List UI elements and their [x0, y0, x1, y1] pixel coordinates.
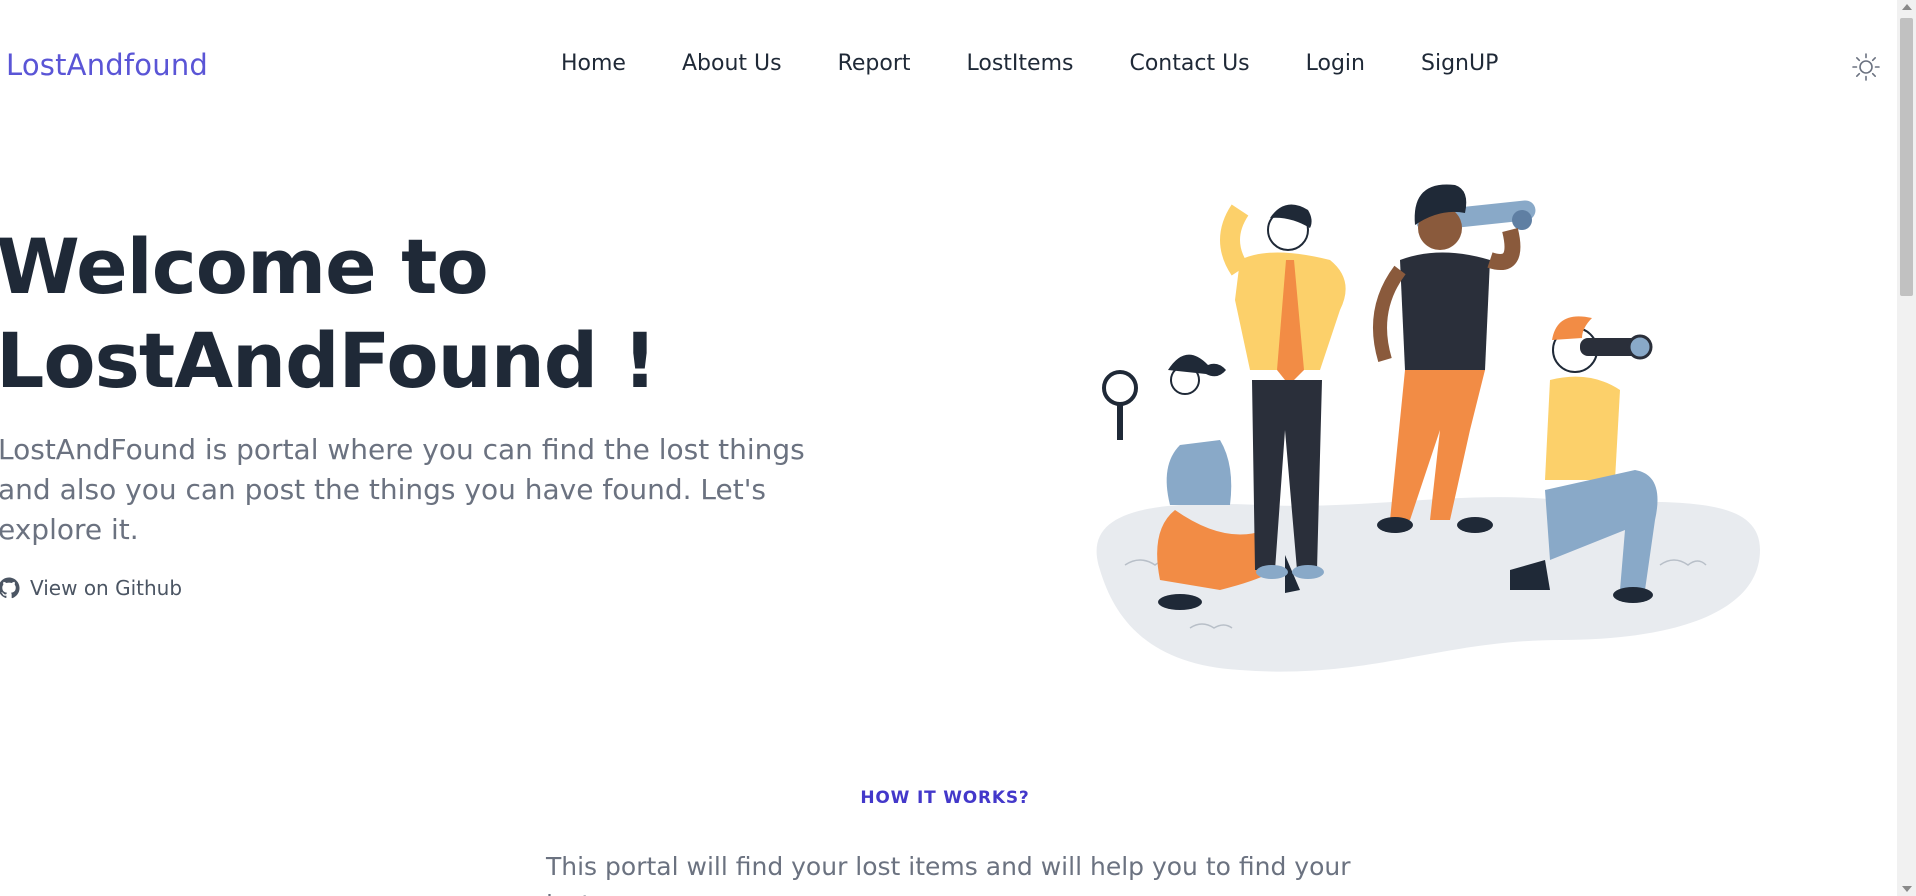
- woman-with-telescope: [1373, 184, 1536, 533]
- github-link-label: View on Github: [30, 576, 183, 600]
- hero-title-line1: Welcome to: [0, 222, 489, 311]
- hero-description: LostAndFound is portal where you can fin…: [0, 433, 805, 546]
- nav-about-us[interactable]: About Us: [682, 51, 782, 76]
- github-icon: [0, 577, 20, 599]
- brand-logo-link[interactable]: LostAndfound: [6, 48, 208, 82]
- theme-toggle-button[interactable]: [1851, 52, 1881, 82]
- people-searching-illustration: [1096, 184, 1760, 672]
- scrollbar-thumb[interactable]: [1900, 18, 1913, 296]
- nav-home[interactable]: Home: [561, 51, 626, 76]
- github-link[interactable]: View on Github: [0, 576, 182, 600]
- nav-lost-items[interactable]: LostItems: [967, 51, 1074, 76]
- how-it-works-heading: HOW IT WORKS?: [860, 788, 1030, 808]
- page-viewport: LostAndfound Home About Us Report LostIt…: [0, 0, 1897, 896]
- page-scrollbar[interactable]: [1897, 0, 1916, 896]
- scroll-down-arrow-icon[interactable]: [1902, 886, 1912, 892]
- main-nav: Home About Us Report LostItems Contact U…: [561, 51, 1498, 76]
- nav-report[interactable]: Report: [838, 51, 911, 76]
- scroll-up-arrow-icon[interactable]: [1902, 4, 1912, 10]
- nav-login[interactable]: Login: [1306, 51, 1365, 76]
- nav-signup[interactable]: SignUP: [1421, 51, 1498, 76]
- sun-icon: [1852, 53, 1880, 81]
- how-it-works-description: This portal will find your lost items an…: [546, 852, 1351, 896]
- hero-title: Welcome to LostAndFound !: [0, 220, 696, 408]
- hero-title-line2: LostAndFound !: [0, 316, 657, 405]
- nav-contact-us[interactable]: Contact Us: [1129, 51, 1249, 76]
